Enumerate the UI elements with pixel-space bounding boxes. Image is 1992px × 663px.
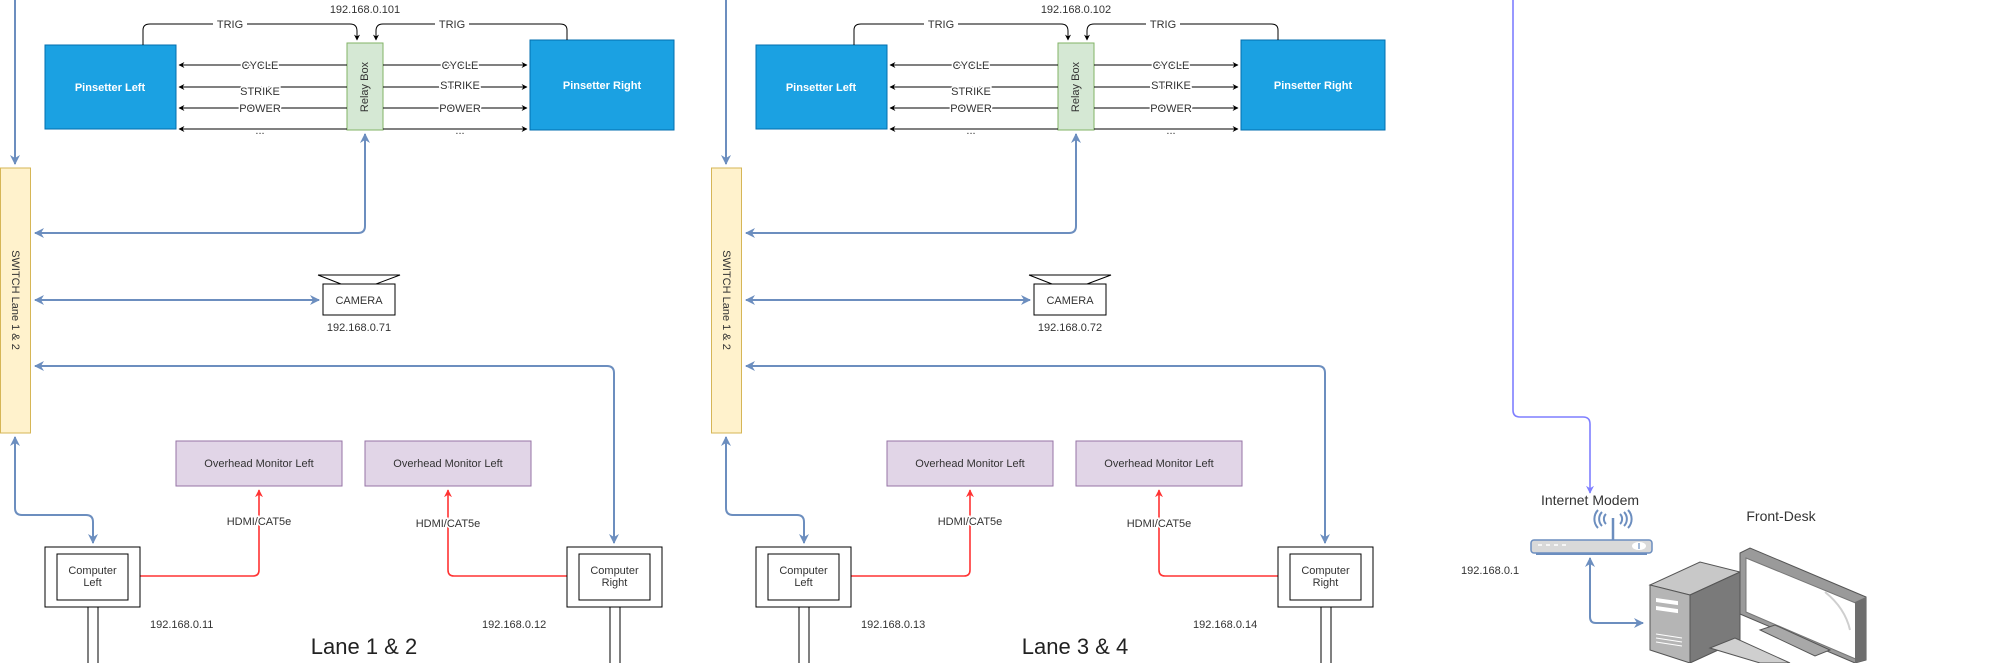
computer-left-ip: 192.168.0.11 [150,619,213,631]
trig-label: TRIG [439,19,465,31]
pinsetter-right-label: Pinsetter Right [563,80,642,92]
lane-group: SWITCH Lane 1 & 2 Pinsetter Left Pinsetter… [0,0,675,663]
desktop-computer-icon [1648,547,1867,663]
lane-title: Lane 3 & 4 [1022,634,1128,659]
computer-left-label-line1: Computer [68,565,117,577]
camera-icon [1028,274,1112,285]
signal-label-left: ... [966,125,975,137]
signal-label-left: CYCLE [953,60,990,72]
hdmi-label-left: HDMI/CAT5e [938,516,1003,528]
trig-label: TRIG [1150,19,1176,31]
overhead-monitor-left-label: Overhead Monitor Left [204,458,313,470]
hdmi-link-left [140,489,263,577]
switch-computer-left-link [721,436,809,544]
switch-computer-left-link [10,436,98,544]
hdmi-link-left [851,489,974,577]
switch-label: SWITCH Lane 1 & 2 [720,250,732,350]
relay-switch-link [34,133,370,238]
wireless-router-icon [1530,509,1653,555]
pinsetter-left-label: Pinsetter Left [75,82,146,94]
computer-right-ip: 192.168.0.12 [482,619,546,631]
signal-label-left: ... [255,125,264,137]
camera-label: CAMERA [1046,295,1094,307]
network-diagram: SWITCH Lane 1 & 2 Pinsetter Left Pinsetter… [0,0,1867,663]
signal-label-right: POWER [1150,103,1192,115]
pinsetter-right-label: Pinsetter Right [1274,80,1353,92]
signal-label-right: CYCLE [1153,60,1190,72]
overhead-monitor-right-label: Overhead Monitor Left [393,458,502,470]
computer-right-label-line2: Right [602,577,628,589]
computer-right-label-line2: Right [1313,577,1339,589]
pinsetter-left-label: Pinsetter Left [786,82,857,94]
relay-box-label: Relay Box [1070,61,1082,112]
internet-link [1512,0,1594,494]
hdmi-label-left: HDMI/CAT5e [227,516,292,528]
camera-ip: 192.168.0.72 [1038,322,1102,334]
relay-ip: 192.168.0.101 [330,4,400,16]
signal-label-left: POWER [950,103,992,115]
signal-label-right: STRIKE [1151,80,1191,92]
hdmi-link-right [1155,489,1278,577]
trig-line-left [142,23,360,45]
hdmi-link-right [444,489,567,577]
signal-label-right: STRIKE [440,80,480,92]
trig-label: TRIG [217,19,243,31]
hdmi-label-right: HDMI/CAT5e [416,518,481,530]
front-desk-label: Front-Desk [1746,508,1816,524]
modem-frontdesk-link [1585,557,1644,628]
trig-label: TRIG [928,19,954,31]
signal-label-left: POWER [239,103,281,115]
signal-label-left: STRIKE [951,86,991,98]
trig-line-right [1084,23,1279,41]
lane-group: SWITCH Lane 1 & 2 Pinsetter Left Pinsetter… [711,0,1386,663]
signal-label-right: POWER [439,103,481,115]
computer-right-ip: 192.168.0.14 [1193,619,1257,631]
computer-right-label-line1: Computer [590,565,639,577]
computer-left-label-line1: Computer [779,565,828,577]
signal-label-right: ... [1166,125,1175,137]
camera-label: CAMERA [335,295,383,307]
camera-ip: 192.168.0.71 [327,322,391,334]
computer-left-ip: 192.168.0.13 [861,619,925,631]
signal-label-right: CYCLE [442,60,479,72]
relay-box-label: Relay Box [359,61,371,112]
overhead-monitor-left-label: Overhead Monitor Left [915,458,1024,470]
modem-label: Internet Modem [1541,492,1639,508]
camera-icon [317,274,401,285]
hdmi-label-right: HDMI/CAT5e [1127,518,1192,530]
modem-ip: 192.168.0.1 [1461,565,1519,577]
relay-switch-link [745,133,1081,238]
signal-label-right: ... [455,125,464,137]
front-desk[interactable]: Front-Desk [1648,508,1867,663]
computer-left-label-line2: Left [794,577,812,589]
overhead-monitor-right-label: Overhead Monitor Left [1104,458,1213,470]
switch-label: SWITCH Lane 1 & 2 [9,250,21,350]
signal-label-left: CYCLE [242,60,279,72]
trig-line-left [853,23,1071,45]
computer-right-label-line1: Computer [1301,565,1350,577]
internet-modem[interactable]: Internet Modem 192.168.0.1 [1461,492,1653,577]
signal-label-left: STRIKE [240,86,280,98]
relay-ip: 192.168.0.102 [1041,4,1111,16]
computer-left-label-line2: Left [83,577,101,589]
lane-title: Lane 1 & 2 [311,634,417,659]
trig-line-right [373,23,568,41]
